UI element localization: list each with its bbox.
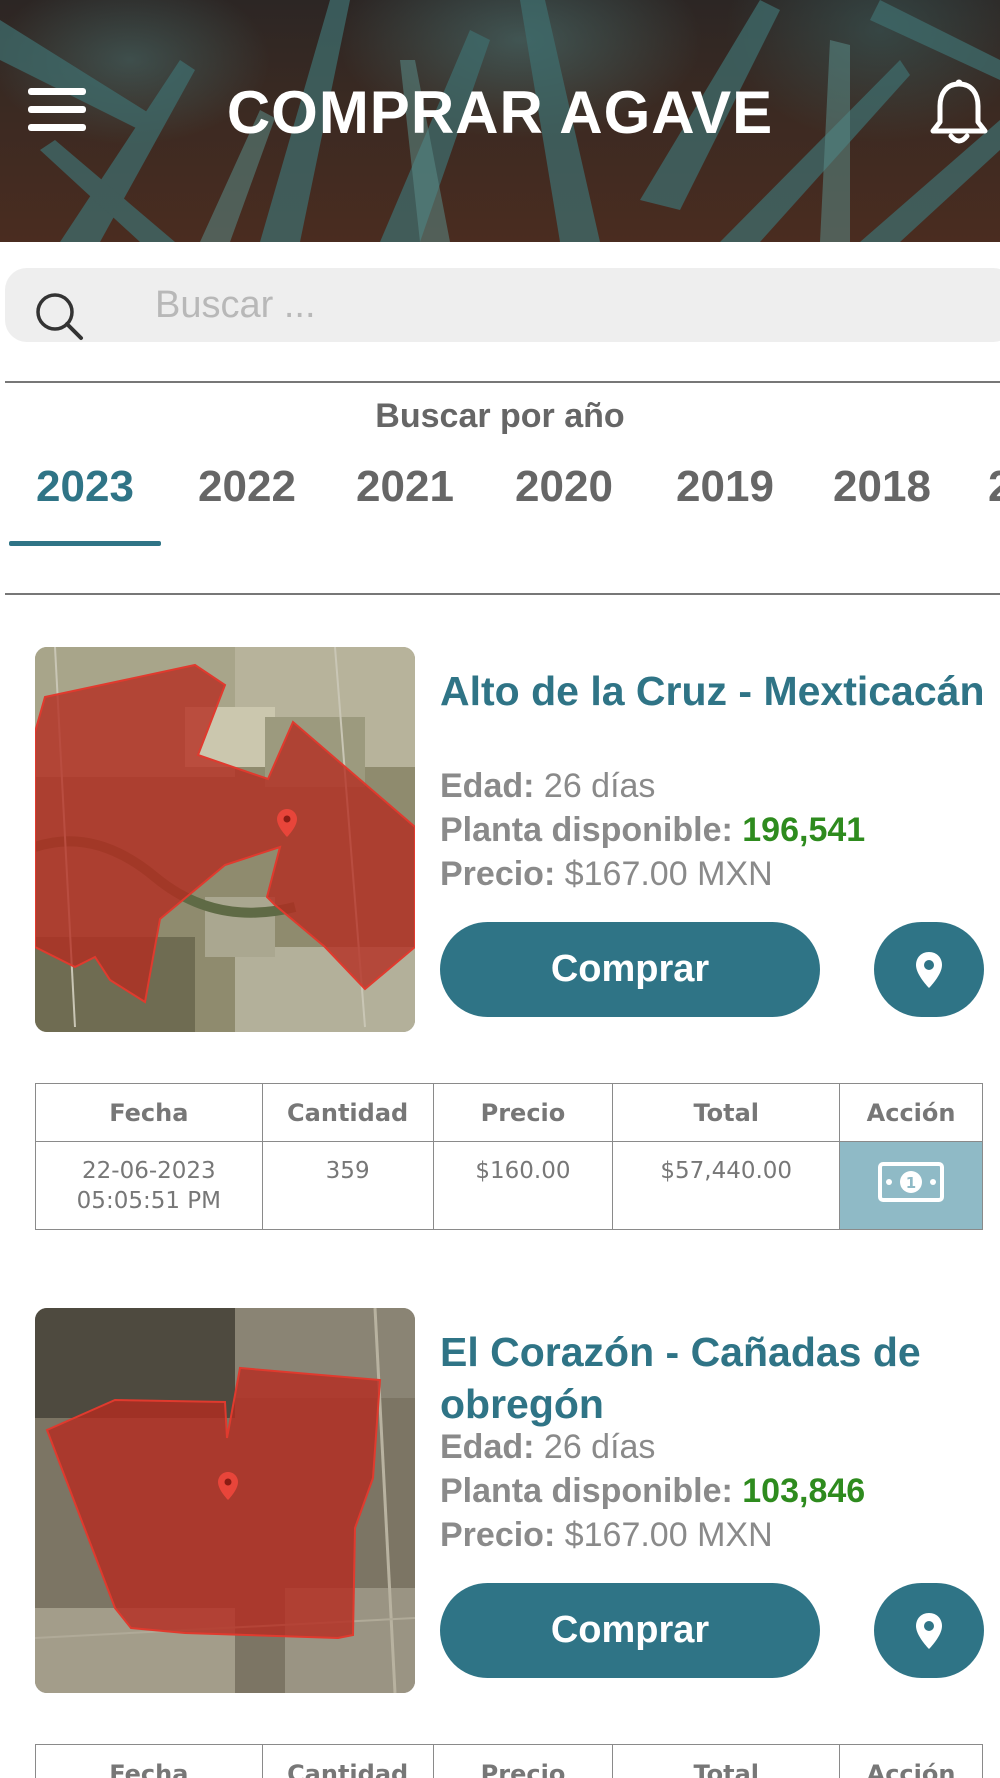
cell-precio: $160.00 bbox=[432, 1141, 614, 1230]
parcel-map-image[interactable] bbox=[35, 647, 415, 1032]
tab-year-partial[interactable]: 2 bbox=[988, 462, 1000, 512]
buy-button[interactable]: Comprar bbox=[440, 922, 820, 1017]
tab-year-2019[interactable]: 2019 bbox=[655, 462, 795, 512]
map-pin-icon bbox=[916, 951, 942, 988]
column-header-precio: Precio bbox=[432, 1083, 614, 1142]
price-label: Precio: bbox=[440, 855, 556, 893]
tab-year-2022[interactable]: 2022 bbox=[177, 462, 317, 512]
available-plants-label: Planta disponible: bbox=[440, 1472, 733, 1510]
available-plants-label: Planta disponible: bbox=[440, 811, 733, 849]
map-pin-icon bbox=[916, 1612, 942, 1649]
price-value: $167.00 MXN bbox=[564, 855, 773, 893]
age-label: Edad: bbox=[440, 1428, 535, 1466]
tab-year-2021[interactable]: 2021 bbox=[335, 462, 475, 512]
column-header-total: Total bbox=[612, 1083, 841, 1142]
parcel-map-image[interactable] bbox=[35, 1308, 415, 1693]
buy-button[interactable]: Comprar bbox=[440, 1583, 820, 1678]
table-row: 22-06-2023 05:05:51 PM 359 $160.00 $57,44… bbox=[35, 1141, 983, 1230]
divider bbox=[5, 593, 1000, 595]
column-header-fecha: Fecha bbox=[35, 1744, 263, 1778]
price-info: Precio: $167.00 MXN bbox=[440, 1516, 773, 1555]
location-button[interactable] bbox=[874, 1583, 984, 1678]
age-value: 26 días bbox=[543, 1428, 656, 1466]
cell-cantidad: 359 bbox=[261, 1141, 434, 1230]
svg-text:1: 1 bbox=[906, 1174, 916, 1192]
age-info: Edad: 26 días bbox=[440, 767, 655, 806]
tab-year-2020[interactable]: 2020 bbox=[494, 462, 634, 512]
cell-fecha: 22-06-2023 05:05:51 PM bbox=[35, 1141, 263, 1230]
price-label: Precio: bbox=[440, 1516, 556, 1554]
available-plants-value: 196,541 bbox=[742, 811, 866, 849]
age-value: 26 días bbox=[543, 767, 656, 805]
year-tabs: 2023 2022 2021 2020 2019 2018 2 bbox=[0, 462, 1000, 542]
table-header-row: Fecha Cantidad Precio Total Acción bbox=[35, 1744, 983, 1778]
search-icon bbox=[36, 293, 83, 340]
age-info: Edad: 26 días bbox=[440, 1428, 655, 1467]
listing-title[interactable]: Alto de la Cruz - Mexticacán bbox=[440, 665, 1000, 717]
column-header-precio: Precio bbox=[432, 1744, 614, 1778]
available-plants-value: 103,846 bbox=[742, 1472, 866, 1510]
column-header-cantidad: Cantidad bbox=[261, 1083, 434, 1142]
year-filter-label: Buscar por año bbox=[375, 397, 625, 435]
tab-year-2023[interactable]: 2023 bbox=[15, 462, 155, 512]
bell-icon[interactable] bbox=[928, 78, 990, 148]
cell-date: 22-06-2023 bbox=[82, 1158, 216, 1184]
column-header-accion: Acción bbox=[839, 1083, 983, 1142]
column-header-fecha: Fecha bbox=[35, 1083, 263, 1142]
cell-total: $57,440.00 bbox=[612, 1141, 841, 1230]
available-plants-info: Planta disponible: 103,846 bbox=[440, 1472, 865, 1511]
cell-time: 05:05:51 PM bbox=[76, 1188, 221, 1214]
purchase-history-table: Fecha Cantidad Precio Total Acción 22-06… bbox=[35, 1083, 983, 1230]
age-label: Edad: bbox=[440, 767, 535, 805]
cell-accion[interactable]: 1 bbox=[839, 1141, 983, 1230]
tab-year-2018[interactable]: 2018 bbox=[812, 462, 952, 512]
money-bill-icon[interactable]: 1 bbox=[878, 1161, 945, 1202]
location-button[interactable] bbox=[874, 922, 984, 1017]
search-input[interactable] bbox=[155, 278, 955, 332]
table-header-row: Fecha Cantidad Precio Total Acción bbox=[35, 1083, 983, 1142]
available-plants-info: Planta disponible: 196,541 bbox=[440, 811, 865, 850]
search-bar[interactable] bbox=[5, 268, 1000, 342]
app-header: COMPRAR AGAVE bbox=[0, 0, 1000, 242]
active-tab-indicator bbox=[9, 541, 161, 546]
page-title: COMPRAR AGAVE bbox=[226, 79, 774, 146]
purchase-history-table: Fecha Cantidad Precio Total Acción bbox=[35, 1744, 983, 1778]
divider bbox=[5, 381, 1000, 383]
column-header-cantidad: Cantidad bbox=[261, 1744, 434, 1778]
price-info: Precio: $167.00 MXN bbox=[440, 855, 773, 894]
price-value: $167.00 MXN bbox=[564, 1516, 773, 1554]
column-header-total: Total bbox=[612, 1744, 841, 1778]
column-header-accion: Acción bbox=[839, 1744, 983, 1778]
listing-title[interactable]: El Corazón - Cañadas de obregón bbox=[440, 1326, 1000, 1430]
